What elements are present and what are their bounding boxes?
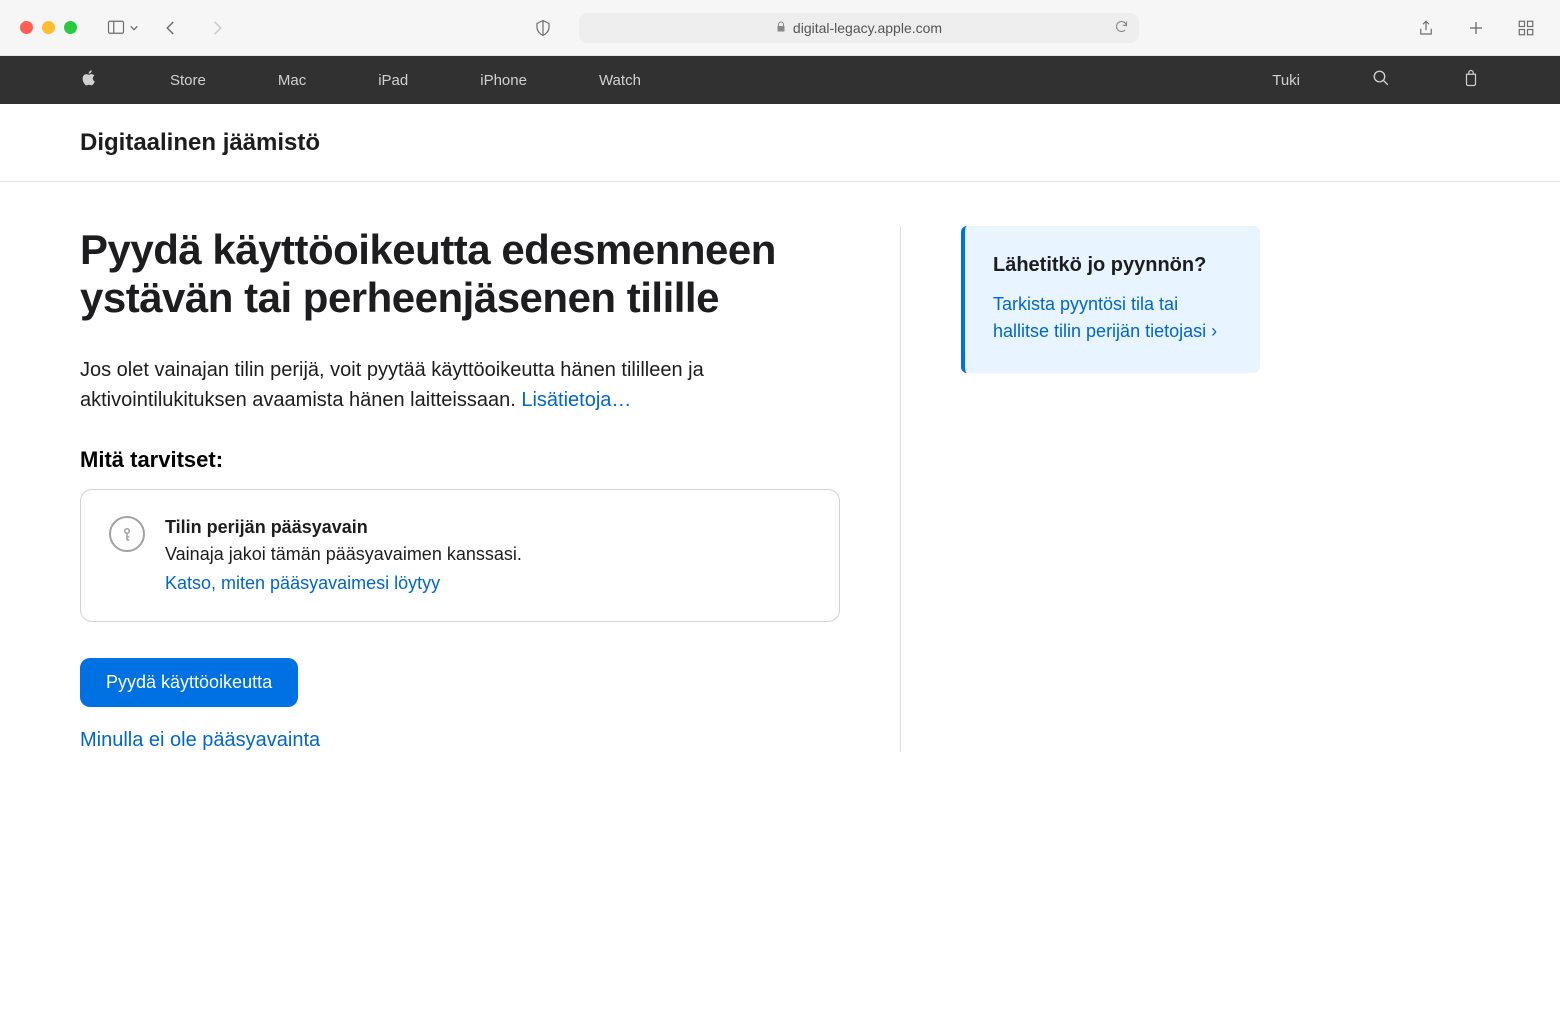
requirements-heading: Mitä tarvitset: (80, 447, 840, 473)
browser-toolbar: digital-legacy.apple.com (0, 0, 1560, 56)
key-icon (109, 516, 145, 552)
page-title: Digitaalinen jäämistö (80, 129, 320, 157)
nav-watch[interactable]: Watch (599, 72, 641, 89)
apple-global-nav: Store Mac iPad iPhone Watch Tuki (0, 56, 1560, 104)
bag-icon[interactable] (1462, 68, 1480, 92)
share-icon[interactable] (1412, 14, 1440, 42)
tab-overview-icon[interactable] (1512, 14, 1540, 42)
nav-iphone[interactable]: iPhone (480, 72, 527, 89)
lock-icon (775, 20, 787, 36)
nav-support[interactable]: Tuki (1272, 72, 1300, 89)
address-bar[interactable]: digital-legacy.apple.com (579, 13, 1139, 43)
callout-title: Lähetitkö jo pyynnön? (993, 254, 1232, 277)
new-tab-icon[interactable] (1462, 14, 1490, 42)
url-text: digital-legacy.apple.com (793, 20, 942, 36)
status-callout: Lähetitkö jo pyynnön? Tarkista pyyntösi … (961, 226, 1260, 373)
card-title: Tilin perijän pääsyavain (165, 514, 522, 541)
main-heading: Pyydä käyttöoikeutta edesmenneen ystävän… (80, 226, 840, 323)
close-window-button[interactable] (20, 21, 33, 34)
window-controls (20, 21, 77, 34)
learn-more-link[interactable]: Lisätietoja… (521, 389, 631, 411)
callout-link[interactable]: Tarkista pyyntösi tila tai hallitse tili… (993, 294, 1217, 341)
no-key-link[interactable]: Minulla ei ole pääsyavainta (80, 729, 840, 752)
nav-store[interactable]: Store (170, 72, 206, 89)
privacy-shield-icon[interactable] (529, 14, 557, 42)
refresh-icon[interactable] (1114, 19, 1129, 37)
forward-button[interactable] (203, 14, 231, 42)
find-key-link[interactable]: Katso, miten pääsyavaimesi löytyy (165, 570, 440, 597)
page-subnav: Digitaalinen jäämistö (0, 104, 1560, 182)
nav-ipad[interactable]: iPad (378, 72, 408, 89)
back-button[interactable] (157, 14, 185, 42)
access-key-card: Tilin perijän pääsyavain Vainaja jakoi t… (80, 489, 840, 622)
intro-paragraph: Jos olet vainajan tilin perijä, voit pyy… (80, 355, 840, 415)
maximize-window-button[interactable] (64, 21, 77, 34)
search-icon[interactable] (1372, 69, 1390, 91)
apple-logo-icon[interactable] (80, 69, 98, 91)
nav-mac[interactable]: Mac (278, 72, 306, 89)
request-access-button[interactable]: Pyydä käyttöoikeutta (80, 658, 298, 707)
sidebar-toggle-button[interactable] (105, 19, 139, 37)
minimize-window-button[interactable] (42, 21, 55, 34)
card-description: Vainaja jakoi tämän pääsyavaimen kanssas… (165, 541, 522, 568)
